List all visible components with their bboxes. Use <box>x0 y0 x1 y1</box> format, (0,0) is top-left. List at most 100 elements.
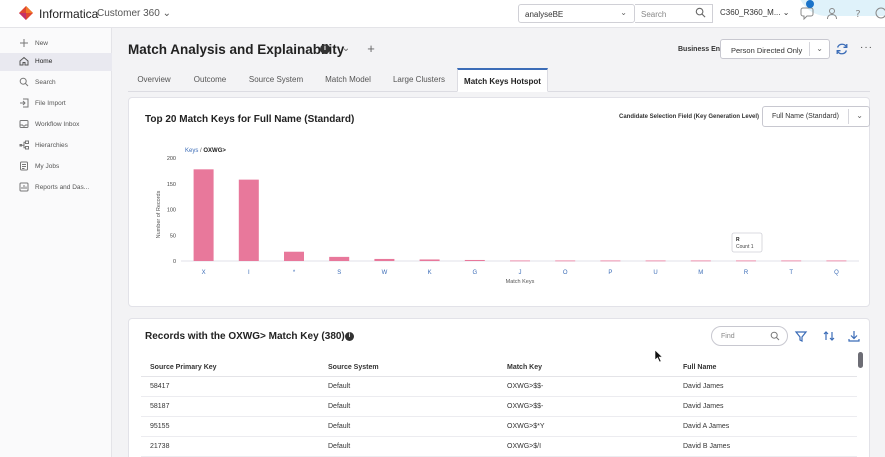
global-search-input[interactable]: Search <box>635 4 713 23</box>
add-tab-button[interactable]: + <box>362 40 380 58</box>
sidebar-item-label: File Import <box>35 100 66 107</box>
bar-S[interactable] <box>329 256 350 261</box>
bar-*[interactable] <box>284 251 304 261</box>
app-menu-icon[interactable] <box>874 6 885 20</box>
tooltip-key: R <box>736 237 740 243</box>
column-header-full-name[interactable]: Full Name <box>683 364 716 371</box>
bar-J[interactable] <box>510 260 530 262</box>
sidebar-item-search[interactable]: Search <box>0 74 112 92</box>
tab-bar: Overview Outcome Source System Match Mod… <box>128 68 870 92</box>
cell-source-primary-key: 95155 <box>150 423 170 430</box>
sidebar-item-label: New <box>35 40 49 47</box>
hierarchy-icon <box>19 140 29 150</box>
table-row[interactable]: 21738 Default OXWG>$/I David B James <box>141 437 857 457</box>
cell-source-primary-key: 21738 <box>150 443 170 450</box>
chevron-down-icon: ⌄ <box>816 44 823 53</box>
sidebar-item-file-import[interactable]: File Import <box>0 95 112 113</box>
cell-source-system: Default <box>328 383 351 390</box>
help-icon[interactable]: ? <box>851 6 865 20</box>
bar-I[interactable] <box>238 179 259 261</box>
x-tick-label: O <box>563 270 568 276</box>
tab-overview[interactable]: Overview <box>128 68 180 92</box>
more-options-icon[interactable]: ··· <box>860 42 873 53</box>
column-header-match-key[interactable]: Match Key <box>507 364 542 371</box>
search-icon[interactable] <box>770 331 780 341</box>
sidebar-item-label: Workflow Inbox <box>35 121 80 128</box>
x-tick-label: X <box>202 270 206 276</box>
org-select[interactable]: analyseBE ⌄ <box>518 4 635 23</box>
table-scrollbar[interactable] <box>858 352 863 368</box>
find-input[interactable]: Find <box>711 326 788 346</box>
environment-switcher[interactable]: C360_R360_M... ⌄ <box>720 8 789 17</box>
cell-full-name: David James <box>683 403 724 410</box>
column-header-source-primary-key[interactable]: Source Primary Key <box>150 364 217 371</box>
product-switcher[interactable]: Customer 360 ⌄ <box>97 8 171 19</box>
home-icon <box>19 56 29 66</box>
tab-source-system[interactable]: Source System <box>240 68 312 92</box>
user-icon[interactable] <box>825 6 839 20</box>
x-tick-label: W <box>382 270 388 276</box>
x-tick-label: G <box>472 270 477 276</box>
bar-R[interactable] <box>736 260 756 262</box>
x-tick-label: * <box>293 270 296 276</box>
business-entity-value: Person Directed Only <box>731 46 803 55</box>
bar-P[interactable] <box>600 260 621 262</box>
bar-X[interactable] <box>193 169 214 261</box>
business-entity-select[interactable]: Person Directed Only ⌄ <box>720 39 830 59</box>
cell-match-key: OXWG>$*Y <box>507 423 545 430</box>
cell-source-system: Default <box>328 423 351 430</box>
tab-match-keys-hotspot[interactable]: Match Keys Hotspot <box>457 68 548 92</box>
cell-full-name: David James <box>683 383 724 390</box>
x-tick-label: U <box>653 270 657 276</box>
bar-M[interactable] <box>690 260 711 262</box>
sidebar-item-hierarchies[interactable]: Hierarchies <box>0 137 112 155</box>
sidebar-item-home[interactable]: Home <box>0 53 112 71</box>
x-tick-label: T <box>789 270 793 276</box>
info-icon[interactable]: i <box>345 332 354 341</box>
x-tick-label: I <box>248 270 250 276</box>
chevron-down-icon: ⌄ <box>620 8 627 17</box>
cell-source-primary-key: 58187 <box>150 403 170 410</box>
cell-full-name: David A James <box>683 423 730 430</box>
table-row[interactable]: 58417 Default OXWG>$$- David James <box>141 377 857 397</box>
y-tick-label: 50 <box>170 233 176 239</box>
cell-source-system: Default <box>328 403 351 410</box>
cell-source-system: Default <box>328 443 351 450</box>
y-tick-label: 100 <box>167 208 176 214</box>
search-icon[interactable] <box>695 7 706 18</box>
bar-T[interactable] <box>781 260 802 262</box>
bar-U[interactable] <box>645 260 666 262</box>
svg-text:?: ? <box>855 9 860 20</box>
chevron-down-icon[interactable]: ⌄ <box>337 40 355 58</box>
bar-W[interactable] <box>374 258 395 261</box>
info-icon[interactable]: i <box>320 44 330 54</box>
table-row[interactable]: 58187 Default OXWG>$$- David James <box>141 397 857 417</box>
tab-outcome[interactable]: Outcome <box>184 68 236 92</box>
sidebar-item-my-jobs[interactable]: My Jobs <box>0 158 112 176</box>
filter-icon[interactable] <box>794 329 808 343</box>
sidebar-item-reports[interactable]: Reports and Das... <box>0 179 112 197</box>
sort-icon[interactable] <box>822 329 836 343</box>
refresh-icon[interactable] <box>835 42 849 56</box>
sidebar-item-workflow-inbox[interactable]: Workflow Inbox <box>0 116 112 134</box>
y-tick-label: 150 <box>167 182 176 188</box>
find-placeholder: Find <box>721 333 735 340</box>
bar-Q[interactable] <box>826 260 847 262</box>
sidebar-item-label: Reports and Das... <box>35 184 90 191</box>
download-icon[interactable] <box>847 329 861 343</box>
sidebar-item-label: My Jobs <box>35 163 60 170</box>
sidebar-item-label: Hierarchies <box>35 142 68 149</box>
tab-match-model[interactable]: Match Model <box>317 68 379 92</box>
x-tick-label: S <box>337 270 341 276</box>
bar-G[interactable] <box>464 259 485 261</box>
tab-large-clusters[interactable]: Large Clusters <box>385 68 453 92</box>
sidebar-item-new[interactable]: New <box>0 35 112 53</box>
top-bar: Informatica Customer 360 ⌄ analyseBE ⌄ S… <box>0 0 885 28</box>
mouse-cursor-icon <box>654 349 664 363</box>
chat-icon[interactable] <box>800 6 814 20</box>
table-row[interactable]: 95155 Default OXWG>$*Y David A James <box>141 417 857 437</box>
column-header-source-system[interactable]: Source System <box>328 364 379 371</box>
cell-source-primary-key: 58417 <box>150 383 170 390</box>
bar-K[interactable] <box>419 259 440 261</box>
bar-O[interactable] <box>555 260 576 262</box>
